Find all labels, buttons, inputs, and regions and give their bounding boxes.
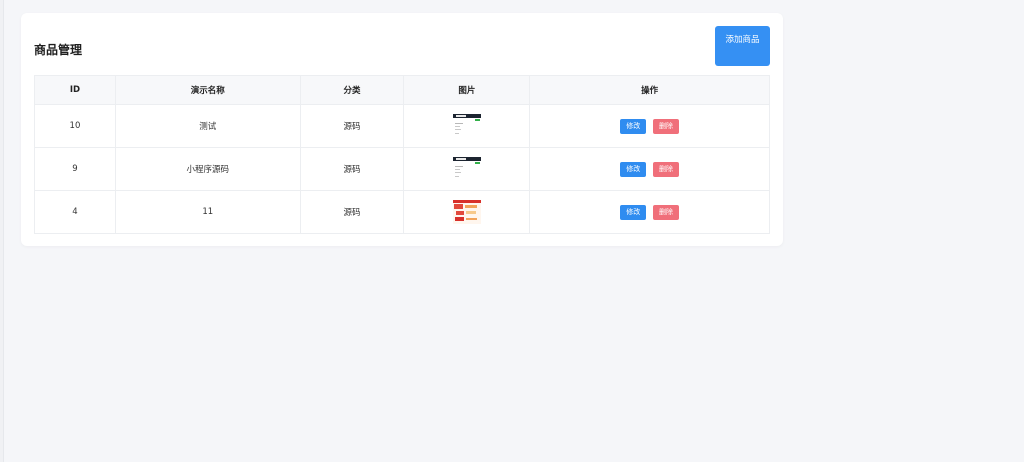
- table-row: 10 测试 源码 修改 删除: [34, 104, 770, 148]
- edit-button[interactable]: 修改: [620, 118, 647, 134]
- product-table: ID 演示名称 分类 图片 操作 10 测试 源码 修改 删除 9 小程序源码 …: [34, 75, 770, 234]
- edit-button[interactable]: 修改: [620, 161, 647, 177]
- cell-image: [403, 104, 531, 148]
- table-row: 9 小程序源码 源码 修改 删除: [34, 147, 770, 191]
- cell-actions: 修改 删除: [529, 190, 770, 234]
- cell-name: 11: [114, 190, 301, 234]
- cell-actions: 修改 删除: [529, 147, 770, 191]
- product-thumbnail-image: [452, 157, 481, 181]
- col-header-image: 图片: [403, 75, 531, 105]
- page-title: 商品管理: [34, 43, 83, 57]
- edit-button[interactable]: 修改: [620, 204, 647, 220]
- cell-id: 9: [34, 147, 116, 191]
- cell-name: 小程序源码: [114, 147, 301, 191]
- delete-button[interactable]: 删除: [653, 161, 679, 177]
- product-management-card: 商品管理 添加商品 ID 演示名称 分类 图片 操作 10 测试 源码 修改 删…: [21, 13, 783, 246]
- cell-category: 源码: [299, 147, 405, 191]
- cell-category: 源码: [299, 104, 405, 148]
- col-header-id: ID: [34, 75, 116, 105]
- cell-image: [403, 147, 531, 191]
- col-header-category: 分类: [299, 75, 405, 105]
- cell-id: 10: [34, 104, 116, 148]
- delete-button[interactable]: 删除: [653, 204, 679, 220]
- cell-id: 4: [34, 190, 116, 234]
- product-thumbnail-image: [452, 200, 481, 224]
- table-row: 4 11 源码 修改 删除: [34, 190, 770, 234]
- cell-category: 源码: [299, 190, 405, 234]
- cell-actions: 修改 删除: [529, 104, 770, 148]
- col-header-actions: 操作: [529, 75, 770, 105]
- col-header-name: 演示名称: [114, 75, 301, 105]
- table-header-row: ID 演示名称 分类 图片 操作: [34, 75, 770, 105]
- cell-name: 测试: [114, 104, 301, 148]
- delete-button[interactable]: 删除: [653, 118, 679, 134]
- side-edge: [0, 0, 4, 462]
- product-thumbnail-image: [452, 114, 481, 138]
- cell-image: [403, 190, 531, 234]
- add-product-button[interactable]: 添加商品: [715, 26, 770, 66]
